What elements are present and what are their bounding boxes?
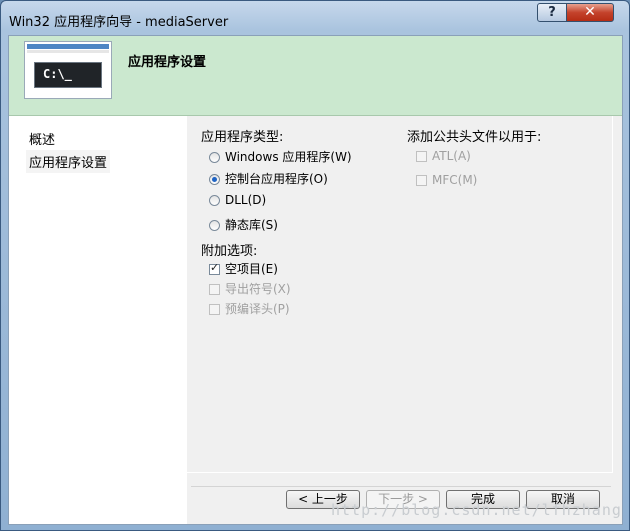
window-title: Win32 应用程序向导 - mediaServer	[9, 15, 229, 30]
wizard-nav: 概述 应用程序设置	[9, 116, 187, 524]
wizard-client: C:\_ 应用程序设置 概述 应用程序设置 应用程序类型: Windows 应用…	[8, 35, 623, 525]
radio-static-lib[interactable]: 静态库(S)	[209, 216, 278, 233]
close-icon: ✕	[584, 4, 596, 20]
nav-item-app-settings[interactable]: 应用程序设置	[26, 150, 111, 173]
common-headers-label: 添加公共头文件以用于:	[407, 130, 542, 145]
checkbox-indicator[interactable]	[209, 261, 220, 275]
app-type-label: 应用程序类型:	[201, 130, 284, 145]
checkbox-export-symbols: 导出符号(X)	[209, 280, 291, 297]
help-icon: ?	[548, 5, 556, 20]
help-button[interactable]: ?	[537, 3, 567, 22]
checkbox-mfc: MFC(M)	[416, 173, 477, 187]
console-prompt-icon: C:\_	[34, 62, 102, 88]
radio-windows-app[interactable]: Windows 应用程序(W)	[209, 148, 352, 165]
radio-indicator[interactable]	[209, 195, 220, 206]
radio-dll[interactable]: DLL(D)	[209, 193, 266, 207]
wizard-banner: C:\_ 应用程序设置	[9, 36, 622, 116]
checkbox-indicator	[416, 151, 427, 162]
checkbox-atl: ATL(A)	[416, 149, 471, 163]
radio-indicator[interactable]	[209, 174, 220, 185]
checkbox-indicator	[416, 175, 427, 186]
checkbox-indicator	[209, 284, 220, 295]
watermark: http://blog.csdn.net/lfhzhang	[331, 501, 622, 519]
console-app-icon: C:\_	[24, 41, 112, 99]
nav-item-overview[interactable]: 概述	[26, 127, 58, 150]
checkbox-indicator	[209, 304, 220, 315]
radio-console-app[interactable]: 控制台应用程序(O)	[209, 170, 328, 187]
close-button[interactable]: ✕	[566, 3, 614, 22]
extra-options-label: 附加选项:	[201, 244, 258, 259]
wizard-window: Win32 应用程序向导 - mediaServer ? ✕ C:\_ 应用程序…	[0, 0, 630, 531]
checkbox-precompiled-header: 预编译头(P)	[209, 300, 290, 317]
settings-panel: 应用程序类型: Windows 应用程序(W) 控制台应用程序(O) DLL(D…	[187, 116, 613, 473]
page-title: 应用程序设置	[128, 55, 207, 70]
radio-indicator[interactable]	[209, 152, 220, 163]
footer-divider	[191, 486, 611, 487]
radio-indicator[interactable]	[209, 220, 220, 231]
checkbox-empty-project[interactable]: 空项目(E)	[209, 260, 278, 277]
title-bar[interactable]: Win32 应用程序向导 - mediaServer ? ✕	[1, 1, 629, 35]
